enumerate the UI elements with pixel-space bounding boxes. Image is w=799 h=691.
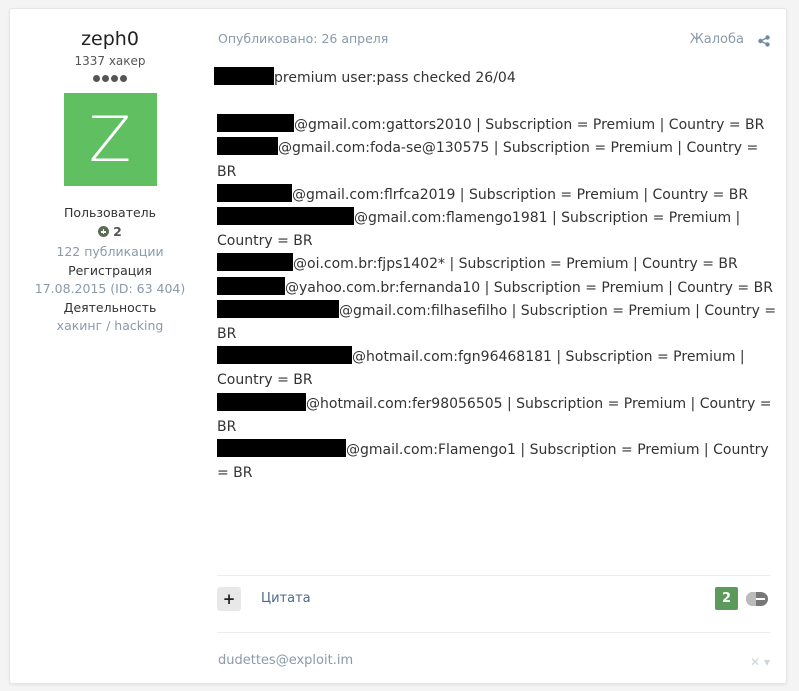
- avatar[interactable]: Z: [63, 93, 157, 186]
- reaction-count[interactable]: 2: [715, 587, 738, 610]
- redaction-block: [217, 114, 294, 133]
- list-item: @oi.com.br:fjps1402* | Subscription = Pr…: [217, 253, 777, 276]
- redaction-block: [217, 137, 278, 156]
- redaction-block: [217, 253, 293, 272]
- author-posts: 122 публикации: [56, 243, 164, 259]
- report-link[interactable]: Жалоба: [690, 32, 744, 47]
- list-item: @hotmail.com:fgn96468181 | Subscription …: [217, 346, 777, 392]
- list-item: @gmail.com:flrfca2019 | Subscription = P…: [217, 183, 777, 207]
- redaction-block: [217, 207, 354, 226]
- quote-button[interactable]: Цитата: [261, 591, 311, 606]
- entry-text: @yahoo.com.br:fernanda10 | Subscription …: [285, 279, 773, 296]
- rank-pip: [102, 74, 109, 82]
- activity-label: Деятельность: [63, 299, 157, 315]
- redaction-block: [217, 183, 292, 202]
- entry-text: @oi.com.br:fjps1402* | Subscription = Pr…: [293, 256, 738, 273]
- author-panel: zeph0 1337 хакер Z Пользователь 2 122 пу…: [10, 9, 210, 336]
- registration-label: Регистрация: [68, 262, 152, 278]
- redaction-block: [217, 299, 339, 318]
- share-icon[interactable]: [758, 35, 770, 47]
- post-headline: premium user:pass checked 26/04: [214, 67, 777, 90]
- entry-list: @gmail.com:gattors2010 | Subscription = …: [217, 114, 777, 485]
- registration-value: 17.08.2015 (ID: 63 404): [34, 281, 186, 297]
- redaction-block: [217, 346, 352, 365]
- divider: [217, 575, 770, 576]
- list-item: @yahoo.com.br:fernanda10 | Subscription …: [217, 276, 777, 300]
- activity-value: хакинг / hacking: [56, 318, 164, 334]
- reputation-plus-icon: [98, 226, 110, 238]
- reaction-icon[interactable]: [746, 592, 768, 606]
- author-meta: Пользователь 2 122 публикации Регистраци…: [10, 204, 210, 336]
- redaction-block: [217, 276, 285, 295]
- list-item: @gmail.com:foda-se@130575 | Subscription…: [217, 137, 777, 183]
- signature: dudettes@exploit.im: [218, 653, 354, 668]
- reputation-badge: 2: [98, 223, 122, 242]
- redaction-block: [217, 439, 346, 458]
- headline-text: premium user:pass checked 26/04: [274, 70, 516, 86]
- redaction-block: [214, 67, 274, 85]
- entry-text: @gmail.com:foda-se@130575 | Subscription…: [217, 140, 759, 180]
- entry-text: @gmail.com:gattors2010 | Subscription = …: [294, 117, 765, 134]
- post-content: premium user:pass checked 26/04 @gmail.c…: [214, 67, 777, 485]
- list-item: @gmail.com:gattors2010 | Subscription = …: [217, 114, 777, 137]
- post-date[interactable]: Опубликовано: 26 апреля: [218, 31, 388, 46]
- divider: [217, 632, 770, 633]
- entry-text: @gmail.com:flrfca2019 | Subscription = P…: [292, 186, 749, 203]
- reputation-value: 2: [113, 223, 122, 239]
- rank-pip: [120, 74, 127, 82]
- rank-pip: [111, 74, 118, 82]
- redaction-block: [217, 392, 306, 411]
- list-item: @gmail.com:filhasefilho | Subscription =…: [217, 299, 777, 346]
- signature-controls-icon[interactable]: ✕ ▾: [750, 655, 770, 669]
- list-item: @gmail.com:Flamengo1 | Subscription = Pr…: [217, 439, 777, 485]
- post-card: zeph0 1337 хакер Z Пользователь 2 122 пу…: [9, 8, 787, 684]
- list-item: @hotmail.com:fer98056505 | Subscription …: [217, 392, 777, 439]
- author-rank-title: 1337 хакер: [74, 54, 146, 68]
- rank-pip: [93, 74, 100, 82]
- author-group: Пользователь: [63, 205, 157, 220]
- multiquote-button[interactable]: +: [217, 587, 241, 611]
- post-body: Опубликовано: 26 апреля Жалоба premium u…: [214, 9, 786, 683]
- list-item: @gmail.com:flamengo1981 | Subscription =…: [217, 207, 777, 253]
- rank-pips: [10, 72, 210, 84]
- author-name[interactable]: zeph0: [10, 28, 210, 50]
- post-actions: + Цитата 2: [217, 587, 770, 613]
